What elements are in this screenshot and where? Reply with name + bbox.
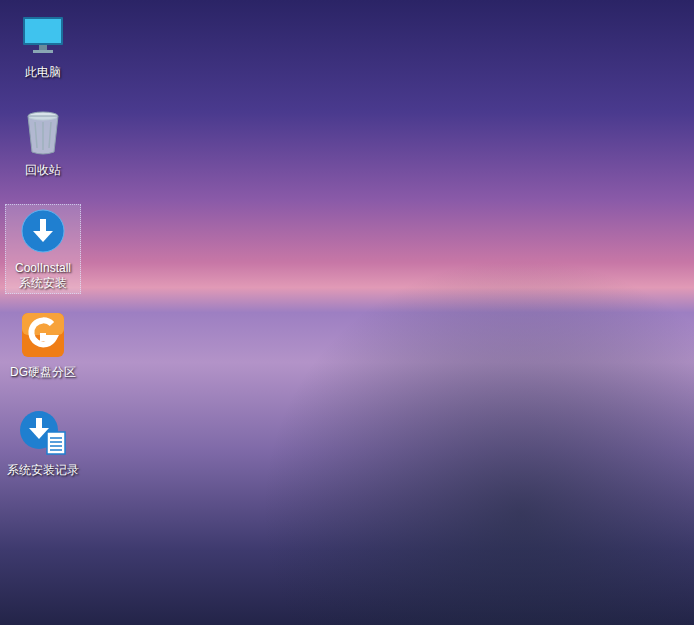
- desktop-icon[interactable]: 此电脑: [5, 8, 81, 92]
- desktop-icon-column: 此电脑回收站 CoolInstall系统安装 DG硬盘分区系统安装记录: [0, 0, 694, 490]
- desktop-icon-label: 系统安装记录: [7, 463, 79, 478]
- desktop: 此电脑回收站 CoolInstall系统安装 DG硬盘分区系统安装记录: [0, 0, 694, 625]
- recycle-bin-icon: [23, 110, 63, 156]
- computer-icon: [21, 15, 65, 55]
- desktop-icon[interactable]: DG硬盘分区: [5, 308, 81, 392]
- desktop-icon-label: DG硬盘分区: [10, 365, 76, 380]
- install-log-icon: [19, 410, 67, 456]
- desktop-icon[interactable]: CoolInstall系统安装: [5, 204, 81, 294]
- desktop-icon-label: 系统安装: [19, 276, 67, 291]
- desktop-icon[interactable]: 系统安装记录: [5, 406, 81, 490]
- desktop-icon-label: CoolInstall: [15, 261, 71, 276]
- desktop-icon-label: 回收站: [25, 163, 61, 178]
- wallpaper: [0, 0, 694, 625]
- desktop-icon[interactable]: 回收站: [5, 106, 81, 190]
- disk-partition-icon: [21, 312, 65, 358]
- desktop-icon-label: 此电脑: [25, 65, 61, 80]
- download-arrow-icon: [21, 209, 65, 253]
